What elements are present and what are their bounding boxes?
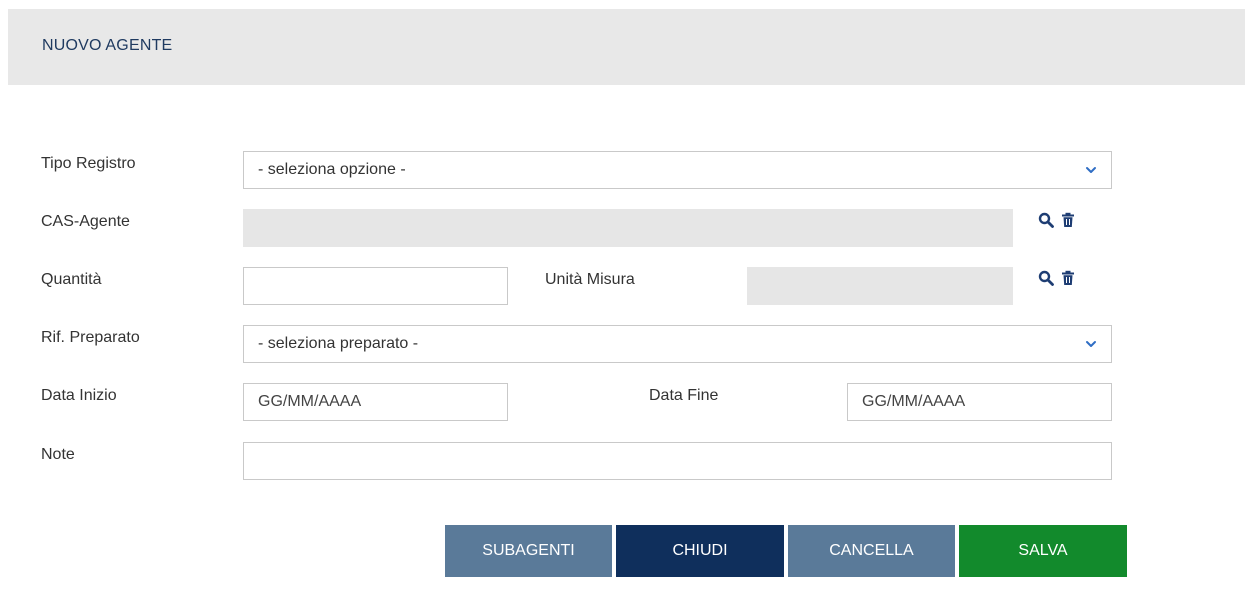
trash-icon[interactable] (1060, 270, 1076, 286)
data-fine-label: Data Fine (649, 387, 719, 404)
tipo-registro-select[interactable]: - seleziona opzione - (243, 151, 1112, 189)
nuovo-agente-panel: NUOVO AGENTE Tipo Registro - seleziona o… (8, 9, 1245, 607)
data-inizio-input[interactable]: GG/MM/AAAA (243, 383, 508, 421)
data-fine-input[interactable]: GG/MM/AAAA (847, 383, 1112, 421)
note-input[interactable] (243, 442, 1112, 480)
rif-preparato-select[interactable]: - seleziona preparato - (243, 325, 1112, 363)
cas-agente-label: CAS-Agente (41, 213, 130, 230)
panel-header: NUOVO AGENTE (8, 9, 1245, 85)
unita-misura-field (747, 267, 1013, 305)
chevron-down-icon (1086, 167, 1096, 173)
quantita-input[interactable] (243, 267, 508, 305)
tipo-registro-label: Tipo Registro (41, 155, 136, 172)
chiudi-button[interactable]: CHIUDI (616, 525, 784, 577)
unita-misura-label: Unità Misura (545, 271, 635, 288)
cancella-button[interactable]: CANCELLA (788, 525, 955, 577)
data-inizio-label: Data Inizio (41, 387, 117, 404)
quantita-label: Quantità (41, 271, 102, 288)
chevron-down-icon (1086, 341, 1096, 347)
salva-button[interactable]: SALVA (959, 525, 1127, 577)
note-label: Note (41, 446, 75, 463)
subagenti-button[interactable]: SUBAGENTI (445, 525, 612, 577)
tipo-registro-value: - seleziona opzione - (258, 161, 406, 178)
cas-agente-field (243, 209, 1013, 247)
search-icon[interactable] (1038, 212, 1054, 228)
search-icon[interactable] (1038, 270, 1054, 286)
rif-preparato-value: - seleziona preparato - (258, 335, 419, 352)
page-title: NUOVO AGENTE (42, 37, 173, 54)
rif-preparato-label: Rif. Preparato (41, 329, 140, 346)
trash-icon[interactable] (1060, 212, 1076, 228)
